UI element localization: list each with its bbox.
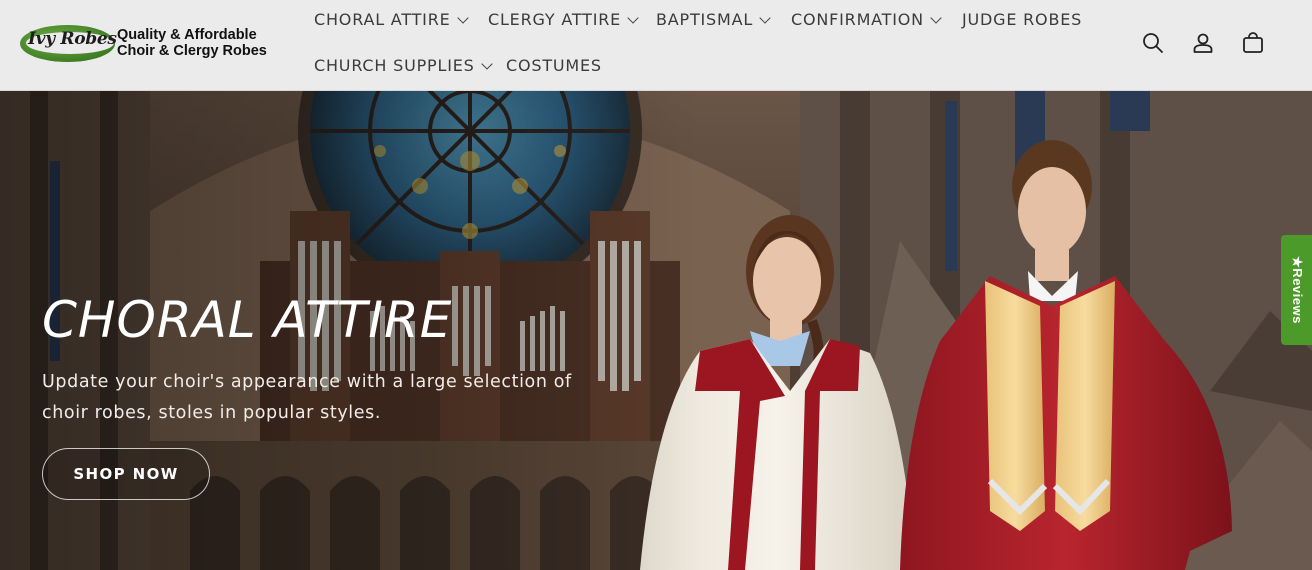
nav-item-label: CONFIRMATION — [791, 10, 924, 29]
main-nav: CHORAL ATTIRE CLERGY ATTIRE BAPTISMAL CO… — [300, 0, 1100, 90]
nav-item-judge-robes[interactable]: JUDGE ROBES — [962, 10, 1082, 29]
chevron-down-icon — [456, 11, 469, 24]
logo[interactable]: Ivy Robes Quality & Affordable Choir & C… — [20, 22, 280, 66]
reviews-tab[interactable]: ★Reviews — [1281, 235, 1312, 345]
nav-item-label: CLERGY ATTIRE — [488, 10, 622, 29]
nav-item-confirmation[interactable]: CONFIRMATION — [791, 10, 942, 29]
nav-item-baptismal[interactable]: BAPTISMAL — [656, 10, 771, 29]
nav-item-label: CHURCH SUPPLIES — [314, 56, 475, 75]
cart-icon[interactable] — [1240, 30, 1266, 56]
nav-item-church-supplies[interactable]: CHURCH SUPPLIES — [314, 56, 493, 75]
nav-item-label: CHORAL ATTIRE — [314, 10, 451, 29]
header-icons — [1140, 30, 1266, 56]
chevron-down-icon — [759, 11, 771, 24]
logo-tagline: Quality & Affordable Choir & Clergy Robe… — [117, 27, 267, 59]
shop-now-button[interactable]: SHOP NOW — [42, 448, 210, 500]
site-header: Ivy Robes Quality & Affordable Choir & C… — [0, 0, 1312, 91]
chevron-down-icon — [930, 11, 942, 24]
nav-item-label: COSTUMES — [506, 56, 602, 75]
nav-item-clergy-attire[interactable]: CLERGY ATTIRE — [488, 10, 639, 29]
account-icon[interactable] — [1190, 30, 1216, 56]
logo-script-text: Ivy Robes — [28, 29, 117, 49]
nav-item-label: JUDGE ROBES — [962, 10, 1083, 29]
nav-item-costumes[interactable]: COSTUMES — [506, 56, 602, 75]
nav-item-choral-attire[interactable]: CHORAL ATTIRE — [314, 10, 469, 29]
chevron-down-icon — [627, 11, 639, 24]
hero-title: CHORAL ATTIRE — [42, 291, 453, 349]
search-icon[interactable] — [1140, 30, 1166, 56]
chevron-down-icon — [480, 57, 493, 70]
logo-tagline-line2: Choir & Clergy Robes — [117, 43, 267, 59]
logo-tagline-line1: Quality & Affordable — [117, 27, 257, 43]
hero-subtitle: Update your choir's appearance with a la… — [42, 372, 572, 423]
hero-banner: CHORAL ATTIRE Update your choir's appear… — [0, 91, 1312, 570]
nav-item-label: BAPTISMAL — [656, 10, 754, 29]
reviews-tab-label: ★Reviews — [1289, 256, 1305, 324]
